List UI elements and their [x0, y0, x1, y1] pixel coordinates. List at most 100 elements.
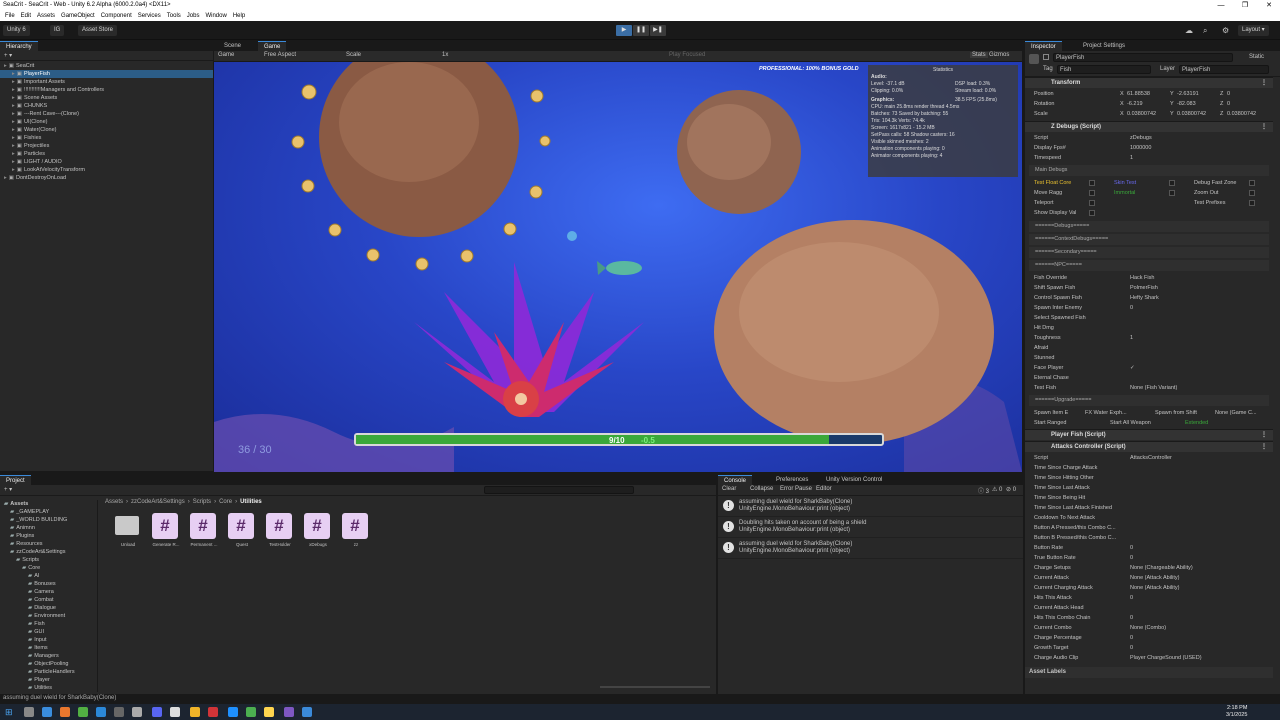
project-file[interactable]: # xDebugs	[300, 513, 336, 553]
pause-button[interactable]: ❚❚	[633, 25, 649, 36]
npc-field[interactable]: Control Spawn Fish Hefty Shark	[1025, 293, 1273, 303]
asset-store-button[interactable]: Asset Store	[78, 25, 118, 36]
stats-button[interactable]: Stats	[970, 52, 988, 58]
expand-arrow-icon[interactable]: ▸	[12, 159, 15, 165]
npc-field[interactable]: Toughness 1	[1025, 333, 1273, 343]
clock[interactable]: 2:18 PM 3/1/2025	[1226, 705, 1247, 719]
field-value[interactable]: 0	[1130, 553, 1133, 563]
debug-checkbox[interactable]	[1169, 190, 1175, 196]
debug-checkbox[interactable]	[1249, 200, 1255, 206]
field-value[interactable]: 0	[1130, 303, 1133, 313]
attack-field[interactable]: Charge Percentage 0	[1025, 633, 1273, 643]
display-fps-field[interactable]: Display Fps# 1000000	[1025, 143, 1273, 153]
app-icon-2[interactable]	[60, 707, 70, 717]
npc-field[interactable]: Stunned	[1025, 353, 1273, 363]
folder-tree-item[interactable]: ▰ AI	[0, 572, 97, 580]
project-file[interactable]: # Generate R...	[148, 513, 184, 553]
transform-position-z[interactable]: 0	[1227, 89, 1230, 99]
error-count[interactable]: ⊘ 0	[1006, 486, 1016, 493]
hierarchy-item[interactable]: ▸ ▣ Water(Clone)	[0, 126, 213, 134]
separator-header[interactable]: ======ContextDebugs=====	[1029, 234, 1269, 245]
app-icon-1[interactable]	[42, 707, 52, 717]
spawn-item-row[interactable]: Spawn Item E FX Water Exph... Spawn from S…	[1025, 408, 1273, 418]
tag-dropdown[interactable]: Fish	[1057, 65, 1151, 74]
attack-field[interactable]: Hits This Combo Chain 0	[1025, 613, 1273, 623]
console-message[interactable]: ! assuming duel wield for SharkBaby(Clone…	[718, 539, 1023, 559]
console-message[interactable]: ! assuming duel wield for SharkBaby(Clone…	[718, 497, 1023, 517]
tab-scene[interactable]: Scene	[218, 41, 247, 51]
folder-tree-item[interactable]: ▰ _GAMEPLAY	[0, 508, 97, 516]
expand-arrow-icon[interactable]: ▸	[12, 135, 15, 141]
expand-arrow-icon[interactable]: ▸	[12, 87, 15, 93]
menu-help[interactable]: Help	[233, 13, 245, 19]
debug-checkbox[interactable]	[1089, 210, 1095, 216]
attack-field[interactable]: True Button Rate 0	[1025, 553, 1273, 563]
play-button[interactable]: ▶	[616, 25, 632, 36]
separator-header[interactable]: ======Secondary=====	[1029, 247, 1269, 258]
component-menu-icon[interactable]: ⋮	[1261, 430, 1267, 441]
separator-header[interactable]: ======Upgrade=====	[1029, 395, 1269, 406]
folder-tree-item[interactable]: ▰ Bonuses	[0, 580, 97, 588]
log-count[interactable]: ⓘ 3	[978, 486, 989, 495]
app-icon-8[interactable]	[190, 707, 200, 717]
menu-tools[interactable]: Tools	[167, 13, 181, 19]
attack-field[interactable]: Time Since Being Hit	[1025, 493, 1273, 503]
folder-tree-item[interactable]: ▰ Combat	[0, 596, 97, 604]
folder-tree-item[interactable]: ▰ Plugins	[0, 532, 97, 540]
attack-field[interactable]: Time Since Last Attack	[1025, 483, 1273, 493]
transform-position[interactable]: Position X 61.88538 Y -2.63191 Z 0	[1025, 89, 1273, 99]
breadcrumb-item[interactable]: Core	[219, 499, 232, 505]
npc-field[interactable]: Select Spawned Fish	[1025, 313, 1273, 323]
expand-arrow-icon[interactable]: ▸	[12, 143, 15, 149]
hierarchy-item[interactable]: ▸ ▣ ---Rent Cave---(Clone)	[0, 110, 213, 118]
hierarchy-item[interactable]: ▸ ▣ LookAtVelocityTransform	[0, 166, 213, 174]
folder-tree-item[interactable]: ▰ Input	[0, 636, 97, 644]
expand-arrow-icon[interactable]: ▸	[12, 103, 15, 109]
cloud-icon[interactable]: ☁	[1185, 26, 1193, 35]
menu-services[interactable]: Services	[138, 13, 161, 19]
expand-arrow-icon[interactable]: ▸	[12, 167, 15, 173]
error-pause-button[interactable]: Error Pause	[780, 486, 812, 492]
attack-field[interactable]: Charge Setups None (Chargeable Ability)	[1025, 563, 1273, 573]
npc-field[interactable]: Spawn Inter Enemy 0	[1025, 303, 1273, 313]
menu-edit[interactable]: Edit	[21, 13, 31, 19]
folder-tree-item[interactable]: ▰ _WORLD BUILDING	[0, 516, 97, 524]
collapse-button[interactable]: Collapse	[750, 486, 773, 492]
field-value[interactable]: None (Combo)	[1130, 623, 1166, 633]
field-value[interactable]: 1000000	[1130, 143, 1151, 153]
create-button[interactable]: + ▾	[4, 486, 12, 493]
hierarchy-item[interactable]: ▸ ▣ !!!!!!!!!!!Managers and Controllers	[0, 86, 213, 94]
folder-tree-item[interactable]: ▰ Camera	[0, 588, 97, 596]
transform-scale[interactable]: Scale X 0.03800742 Y 0.03800742 Z 0.03800742	[1025, 109, 1273, 119]
app-icon-7[interactable]	[152, 707, 162, 717]
transform-component[interactable]: Transform ⋮	[1025, 77, 1273, 88]
chrome-icon[interactable]	[246, 707, 256, 717]
npc-field[interactable]: Fish Override Hack Fish	[1025, 273, 1273, 283]
breadcrumb-item[interactable]: zzCodeArt&Settings	[131, 499, 185, 505]
hierarchy-item[interactable]: ▸ ▣ LIGHT / AUDIO	[0, 158, 213, 166]
field-value[interactable]: None (Attack Ability)	[1130, 573, 1180, 583]
menu-file[interactable]: File	[5, 13, 15, 19]
attack-field[interactable]: Button B Pressed/this Combo C...	[1025, 533, 1273, 543]
aspect-dropdown[interactable]: Free Aspect	[264, 52, 296, 58]
folder-tree-item[interactable]: ▰ Items	[0, 644, 97, 652]
attack-field[interactable]: Button A Pressed/this Combo C...	[1025, 523, 1273, 533]
debug-checkbox[interactable]	[1089, 180, 1095, 186]
menu-window[interactable]: Window	[205, 13, 226, 19]
folder-tree-item[interactable]: ▰ Assets	[0, 500, 97, 508]
npc-field[interactable]: Shift Spawn Fish PolmerFish	[1025, 283, 1273, 293]
zdebugs-component[interactable]: Z Debugs (Script) ⋮	[1025, 121, 1273, 132]
hierarchy-item[interactable]: ▸ ▣ Particles	[0, 150, 213, 158]
debug-checkbox[interactable]	[1169, 180, 1175, 186]
attack-field[interactable]: Current Attack Head	[1025, 603, 1273, 613]
app-icon-4[interactable]	[96, 707, 106, 717]
spawn-object-value[interactable]: None (Game C...	[1215, 408, 1257, 418]
field-value[interactable]: zDebugs	[1130, 133, 1152, 143]
npc-field[interactable]: Eternal Chase	[1025, 373, 1273, 383]
hierarchy-item[interactable]: ▸ ▣ UI(Clone)	[0, 118, 213, 126]
search-icon[interactable]: ⌕	[1203, 26, 1207, 36]
attack-field[interactable]: Charge Audio Clip Player ChargeSound (USE…	[1025, 653, 1273, 663]
debug-checkbox[interactable]	[1249, 180, 1255, 186]
layout-dropdown[interactable]: Layout ▾	[1238, 25, 1269, 36]
component-menu-icon[interactable]: ⋮	[1261, 78, 1267, 89]
